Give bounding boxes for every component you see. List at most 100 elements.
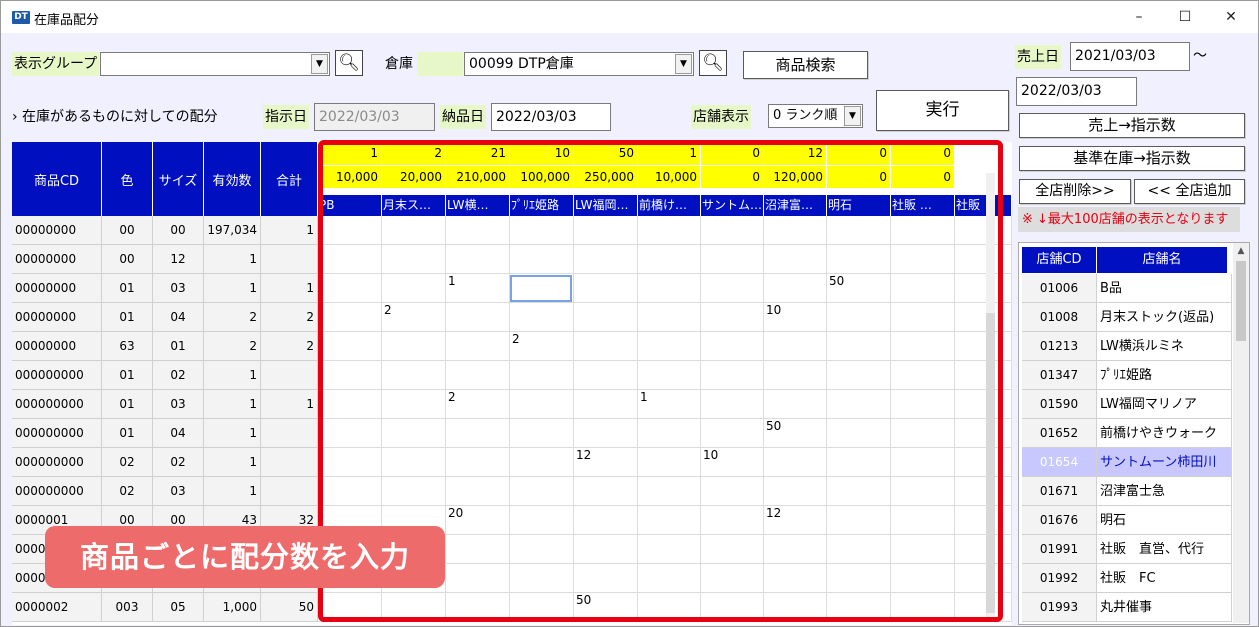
cell-total: 1 (261, 390, 318, 419)
warehouse-label-pad (418, 52, 463, 76)
store-code: 01008 (1022, 303, 1097, 332)
window-title: 在庫品配分 (34, 13, 100, 28)
base-stock-to-instruct-button[interactable]: 基準在庫→指示数 (1019, 146, 1245, 171)
max-stores-note: ※ ↓最大100店舗の表示となります (1018, 207, 1240, 232)
store-list-item[interactable]: 01676 明石 (1022, 506, 1232, 535)
cell-total (261, 477, 318, 506)
warehouse-value: 00099 DTP倉庫 (469, 56, 574, 72)
column-header[interactable]: 色 (102, 142, 153, 216)
cell-color: 01 (102, 274, 153, 303)
store-list-item[interactable]: 01652 前橋けやきウォーク (1022, 419, 1232, 448)
store-list: 店舗CD 店舗名 01006 B品 01008 月末ストック(返品) 01213 LW横浜ルミ… (1018, 242, 1250, 625)
cell-cd: 000000000 (12, 448, 102, 477)
callout-label: 商品ごとに配分数を入力 (45, 526, 445, 588)
add-all-stores-button[interactable]: << 全店追加 (1134, 179, 1245, 204)
store-code: 01993 (1022, 593, 1097, 622)
store-code: 01213 (1022, 332, 1097, 361)
cell-total: 1 (261, 216, 318, 245)
store-name: 月末ストック(返品) (1097, 303, 1232, 332)
store-code: 01347 (1022, 361, 1097, 390)
store-name: 社販 FC (1097, 564, 1232, 593)
cell-color: 63 (102, 332, 153, 361)
store-list-item[interactable]: 01213 LW横浜ルミネ (1022, 332, 1232, 361)
close-button[interactable]: ✕ (1211, 5, 1251, 29)
store-name: 前橋けやきウォーク (1097, 419, 1232, 448)
dropdown-arrow-icon[interactable]: ▼ (311, 54, 328, 74)
cell-total (261, 245, 318, 274)
cell-color: 02 (102, 477, 153, 506)
column-header[interactable]: サイズ (153, 142, 204, 216)
app-window: DT 在庫品配分 – ☐ ✕ 表示グループ ▼ 🔍︎ 倉庫 00099 DTP倉… (0, 0, 1259, 627)
column-header[interactable]: 合計 (261, 142, 318, 216)
store-name: 社販 直営、代行 (1097, 535, 1232, 564)
remove-all-stores-button[interactable]: 全店削除>> (1019, 179, 1131, 204)
store-list-item[interactable]: 01671 沼津富士急 (1022, 477, 1232, 506)
column-header[interactable]: 商品CD (12, 142, 102, 216)
maximize-button[interactable]: ☐ (1165, 5, 1205, 29)
store-list-item[interactable]: 01590 LW福岡マリノア (1022, 390, 1232, 419)
cell-size: 04 (153, 419, 204, 448)
minimize-button[interactable]: – (1119, 5, 1159, 29)
cell-cd: 000000000 (12, 419, 102, 448)
instruct-date-field: 2022/03/03 (314, 103, 435, 131)
cell-color: 003 (102, 593, 153, 622)
store-code: 01652 (1022, 419, 1097, 448)
sales-date-from-field[interactable]: 2021/03/03 (1070, 42, 1190, 71)
cell-avail: 1 (204, 390, 261, 419)
store-list-header[interactable]: 店舗CD (1022, 247, 1097, 273)
store-list-item[interactable]: 01347 ﾌﾟﾘｴ姫路 (1022, 361, 1232, 390)
store-name: ﾌﾟﾘｴ姫路 (1097, 361, 1232, 390)
store-display-label: 店舗表示 (691, 105, 751, 129)
scroll-up-icon[interactable]: ▲ (1233, 243, 1249, 259)
store-code: 01006 (1022, 274, 1097, 303)
cell-total: 50 (261, 593, 318, 622)
cell-avail: 2 (204, 332, 261, 361)
store-list-item[interactable]: 01992 社販 FC (1022, 564, 1232, 593)
sales-to-instruct-button[interactable]: 売上→指示数 (1019, 113, 1245, 138)
warehouse-select[interactable]: 00099 DTP倉庫 ▼ (464, 52, 694, 76)
store-list-scrollbar[interactable]: ▲ (1233, 243, 1249, 623)
store-list-item[interactable]: 01006 B品 (1022, 274, 1232, 303)
store-list-header[interactable]: 店舗名 (1097, 247, 1228, 273)
store-display-select[interactable]: 0 ランク順 ▼ (768, 104, 863, 128)
store-name: 沼津富士急 (1097, 477, 1232, 506)
title-bar: DT 在庫品配分 – ☐ ✕ (1, 1, 1258, 33)
cell-size: 03 (153, 477, 204, 506)
execute-button[interactable]: 実行 (876, 90, 1009, 131)
cell-size: 02 (153, 361, 204, 390)
store-list-item[interactable]: 01991 社販 直営、代行 (1022, 535, 1232, 564)
dropdown-arrow-icon[interactable]: ▼ (675, 54, 692, 74)
store-list-item[interactable]: 01993 丸井催事 (1022, 593, 1232, 622)
cell-avail: 1 (204, 448, 261, 477)
store-list-item[interactable]: 01008 月末ストック(返品) (1022, 303, 1232, 332)
store-name: 明石 (1097, 506, 1232, 535)
cell-cd: 00000000 (12, 303, 102, 332)
display-group-search-button[interactable]: 🔍︎ (335, 50, 363, 76)
scrollbar-thumb[interactable] (1236, 261, 1246, 341)
display-group-select[interactable]: ▼ (100, 52, 330, 76)
store-name: サントムーン柿田川 (1097, 448, 1232, 477)
cell-cd: 00000000 (12, 216, 102, 245)
store-name: LW福岡マリノア (1097, 390, 1232, 419)
store-name: 丸井催事 (1097, 593, 1232, 622)
store-list-item[interactable]: 01654 サントムーン柿田川 (1022, 448, 1232, 477)
instruct-date-label: 指示日 (263, 105, 309, 129)
warehouse-label: 倉庫 (385, 56, 413, 72)
store-name: B品 (1097, 274, 1232, 303)
column-header[interactable]: 有効数 (204, 142, 261, 216)
product-search-button[interactable]: 商品検索 (743, 51, 868, 79)
cell-color: 01 (102, 361, 153, 390)
delivery-date-field[interactable]: 2022/03/03 (491, 103, 611, 131)
cell-avail: 1 (204, 361, 261, 390)
warehouse-search-button[interactable]: 🔍︎ (699, 50, 727, 76)
cell-avail: 1 (204, 419, 261, 448)
store-code: 01676 (1022, 506, 1097, 535)
store-code: 01654 (1022, 448, 1097, 477)
sales-date-to-field[interactable]: 2022/03/03 (1016, 77, 1137, 106)
cell-size: 04 (153, 303, 204, 332)
sales-date-label: 売上日 (1015, 45, 1061, 69)
cell-cd: 00000000 (12, 332, 102, 361)
app-icon: DT (12, 11, 30, 24)
cell-total (261, 448, 318, 477)
dropdown-arrow-icon[interactable]: ▼ (844, 106, 861, 126)
